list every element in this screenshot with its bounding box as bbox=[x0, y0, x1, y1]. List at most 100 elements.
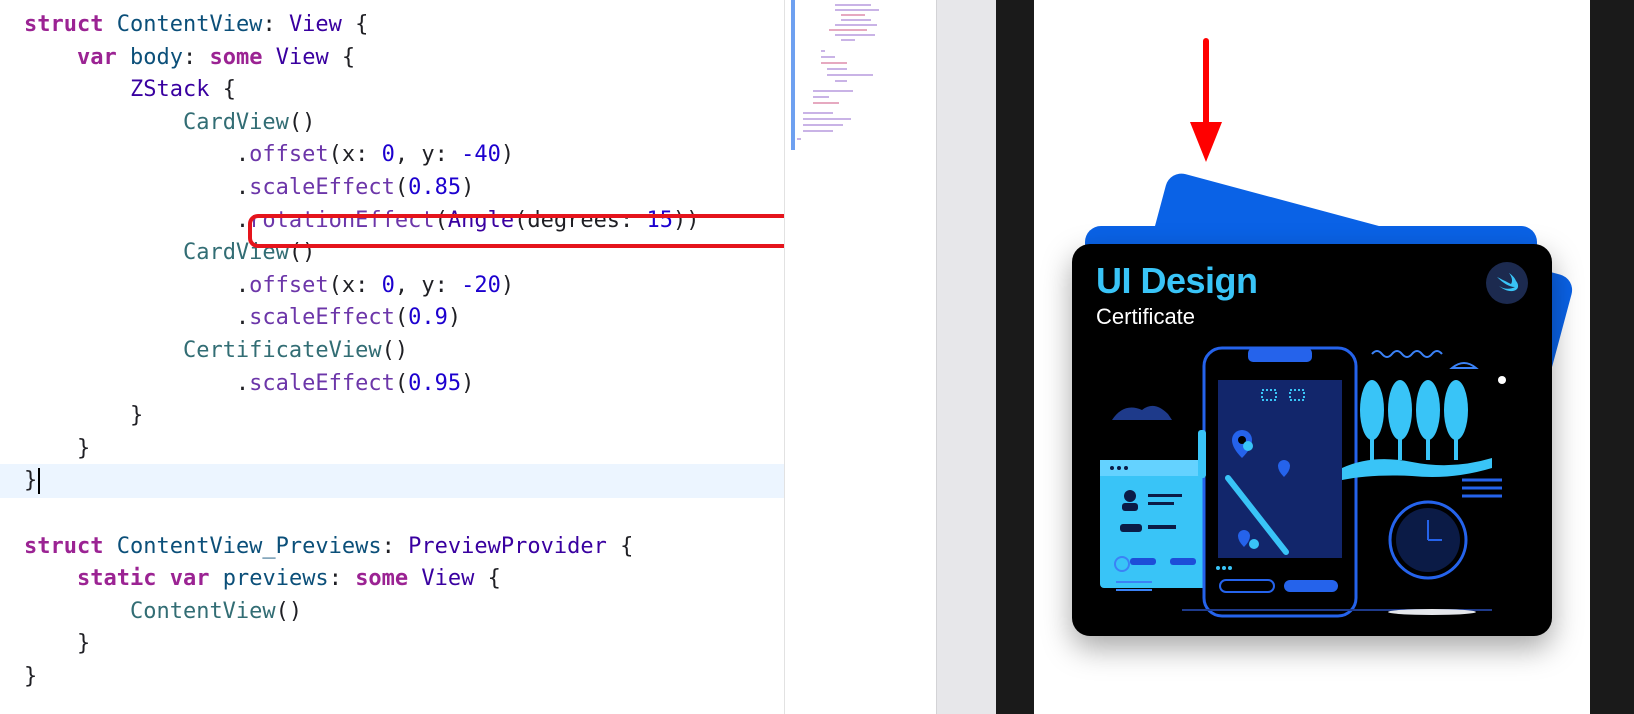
code-line-text: } bbox=[24, 660, 37, 694]
code-token: View bbox=[288, 12, 342, 37]
code-token: : bbox=[182, 44, 210, 70]
minimap-line bbox=[835, 80, 847, 82]
code-token: scaleEffect bbox=[249, 370, 395, 396]
code-token: 0 bbox=[381, 142, 395, 168]
minimap-line bbox=[821, 50, 825, 52]
code-token: some bbox=[355, 566, 409, 592]
code-token: offset bbox=[249, 142, 329, 168]
code-token: CertificateView bbox=[182, 338, 382, 363]
code-token: } bbox=[24, 468, 38, 494]
code-line-text: } bbox=[24, 399, 143, 433]
code-token: } bbox=[76, 631, 91, 657]
code-token: } bbox=[129, 403, 144, 429]
code-token: scaleEffect bbox=[249, 175, 395, 200]
minimap-visible-region[interactable] bbox=[791, 0, 795, 150]
code-token: ContentView bbox=[129, 598, 276, 624]
minimap-line bbox=[813, 90, 853, 92]
code-line[interactable]: ContentView() bbox=[0, 595, 784, 629]
minimap-line bbox=[803, 130, 833, 132]
code-token: . bbox=[235, 175, 250, 200]
code-line[interactable]: } bbox=[0, 464, 784, 499]
code-token: static bbox=[76, 566, 157, 592]
code-line[interactable]: CardView() bbox=[0, 106, 784, 140]
code-token: View bbox=[275, 44, 329, 70]
code-line[interactable]: .offset(x: 0, y: -20) bbox=[0, 269, 784, 303]
code-token: struct bbox=[24, 12, 104, 37]
code-token: -20 bbox=[461, 272, 501, 298]
code-token: some bbox=[209, 44, 263, 70]
code-line[interactable]: } bbox=[0, 399, 784, 433]
code-token: View bbox=[421, 566, 475, 592]
code-editor[interactable]: struct ContentView: View { var body: som… bbox=[0, 0, 784, 714]
code-token: 0.95 bbox=[408, 370, 462, 396]
code-token: , y: bbox=[394, 272, 462, 298]
app-design-illustration bbox=[1100, 346, 1506, 618]
code-line-text: CertificateView() bbox=[24, 334, 408, 368]
code-line[interactable]: .scaleEffect(0.95) bbox=[0, 367, 784, 401]
minimap-line bbox=[835, 4, 871, 6]
code-token: ) bbox=[461, 175, 475, 200]
code-line[interactable]: .scaleEffect(0.9) bbox=[0, 301, 784, 335]
code-token: { bbox=[328, 44, 356, 70]
code-token: . bbox=[235, 272, 250, 298]
code-token: offset bbox=[249, 272, 329, 298]
code-token: ZStack bbox=[129, 77, 210, 103]
code-token: (x: bbox=[328, 142, 382, 168]
minimap[interactable] bbox=[784, 0, 937, 714]
certificate-subtitle: Certificate bbox=[1096, 304, 1196, 329]
code-token: var bbox=[76, 44, 117, 70]
code-line[interactable]: .offset(x: 0, y: -40) bbox=[0, 138, 784, 172]
minimap-line bbox=[813, 102, 839, 104]
code-line[interactable]: .scaleEffect(0.85) bbox=[0, 171, 784, 205]
minimap-line bbox=[835, 34, 875, 36]
device-bezel-right bbox=[1590, 0, 1634, 714]
code-token: 0.9 bbox=[408, 305, 448, 331]
code-token: , y: bbox=[394, 142, 462, 168]
code-token: -40 bbox=[461, 142, 501, 168]
code-token: 0.85 bbox=[408, 175, 462, 200]
code-line-text: ContentView() bbox=[24, 595, 302, 629]
code-line-text: .scaleEffect(0.95) bbox=[24, 367, 474, 401]
code-token: ) bbox=[500, 142, 515, 168]
code-line-text: ZStack { bbox=[24, 73, 236, 107]
code-line[interactable]: static var previews: some View { bbox=[0, 562, 784, 596]
code-token: (x: bbox=[328, 272, 382, 298]
code-line-text: .scaleEffect(0.9) bbox=[24, 301, 461, 335]
swift-logo-icon bbox=[1486, 262, 1528, 304]
minimap-line bbox=[835, 9, 879, 11]
code-line[interactable]: } bbox=[0, 432, 784, 466]
code-token: () bbox=[275, 598, 303, 624]
code-token: ( bbox=[394, 175, 409, 200]
code-line-text: } bbox=[24, 464, 41, 498]
code-token: PreviewProvider bbox=[408, 533, 607, 559]
code-token: body bbox=[129, 44, 183, 70]
code-token: ContentView_Previews bbox=[116, 533, 382, 559]
code-line-text: struct ContentView: View { bbox=[24, 8, 368, 42]
code-line[interactable]: CertificateView() bbox=[0, 334, 784, 368]
code-line[interactable]: struct ContentView: View { bbox=[0, 8, 784, 42]
minimap-line bbox=[827, 68, 847, 70]
device-bezel-left bbox=[996, 0, 1034, 714]
minimap-line bbox=[803, 112, 833, 114]
code-line[interactable]: var body: some View { bbox=[0, 41, 784, 75]
code-line-text: var body: some View { bbox=[24, 41, 355, 75]
code-line[interactable]: } bbox=[0, 660, 784, 694]
code-token: } bbox=[24, 664, 38, 689]
code-token: . bbox=[235, 142, 250, 168]
code-line[interactable] bbox=[0, 497, 784, 531]
code-token: scaleEffect bbox=[249, 305, 395, 331]
code-line[interactable]: ZStack { bbox=[0, 73, 784, 107]
code-line-text: .offset(x: 0, y: -40) bbox=[24, 138, 514, 172]
minimap-line bbox=[841, 14, 865, 16]
minimap-line bbox=[835, 24, 877, 26]
code-token: var bbox=[169, 566, 210, 592]
minimap-line bbox=[803, 124, 843, 126]
code-token: } bbox=[76, 435, 91, 461]
code-line-text: } bbox=[24, 432, 90, 466]
code-line[interactable]: } bbox=[0, 627, 784, 661]
code-line[interactable]: struct ContentView_Previews: PreviewProv… bbox=[0, 530, 784, 564]
code-token: () bbox=[381, 338, 409, 363]
